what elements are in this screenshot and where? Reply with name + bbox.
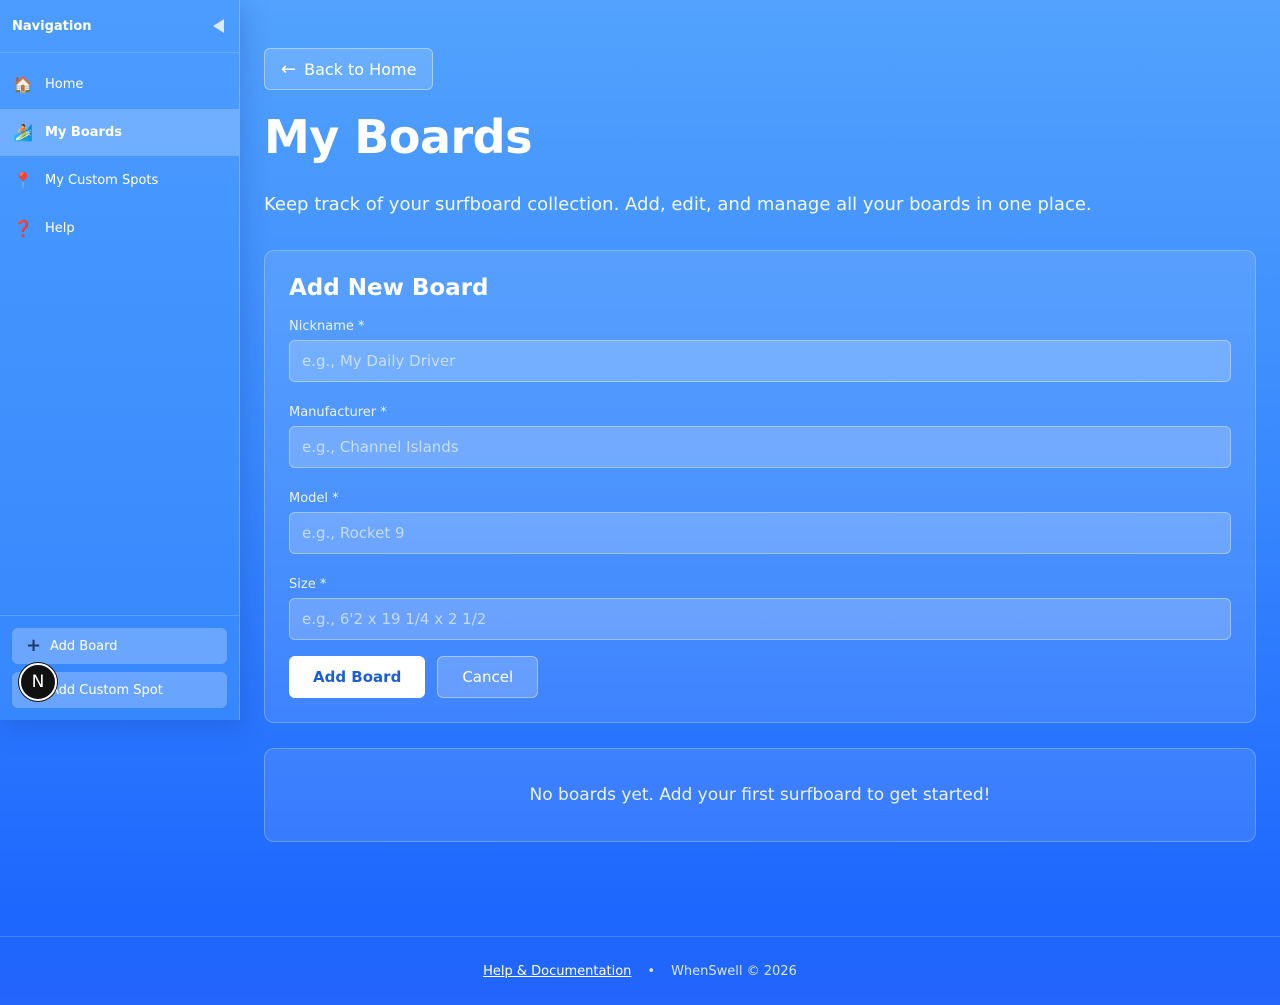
dev-tools-badge[interactable]: N (19, 663, 57, 701)
sidebar-item-my-boards[interactable]: 🏄 My Boards (0, 109, 239, 156)
empty-state-message: No boards yet. Add your first surfboard … (529, 785, 991, 805)
collapse-sidebar-button[interactable] (211, 18, 225, 34)
size-label: Size * (289, 577, 327, 592)
model-input[interactable] (289, 512, 1231, 554)
size-input[interactable] (289, 598, 1231, 640)
sidebar-title: Navigation (12, 18, 92, 34)
sidebar-add-board-button[interactable]: + Add Board (12, 628, 227, 664)
sidebar-add-custom-spot-label: Add Custom Spot (50, 682, 163, 698)
main-content: ← Back to Home My Boards Keep track of y… (264, 48, 1256, 842)
page-title: My Boards (264, 110, 532, 164)
back-to-home-button[interactable]: ← Back to Home (264, 48, 434, 90)
sidebar-item-my-custom-spots[interactable]: 📍 My Custom Spots (0, 157, 239, 204)
pin-icon: 📍 (13, 170, 33, 190)
form-actions: Add Board Cancel (289, 656, 1231, 698)
cancel-button[interactable]: Cancel (437, 656, 539, 698)
form-title: Add New Board (289, 275, 489, 301)
page-subtitle: Keep track of your surfboard collection.… (264, 194, 1092, 215)
nickname-input[interactable] (289, 340, 1231, 382)
add-board-button[interactable]: Add Board (289, 656, 426, 698)
manufacturer-input[interactable] (289, 426, 1231, 468)
sidebar-item-label: Help (45, 221, 75, 236)
sidebar-item-label: My Custom Spots (45, 173, 159, 188)
house-icon: 🏠 (13, 74, 33, 94)
add-board-form: Add New Board Nickname * Manufacturer * … (264, 250, 1256, 723)
sidebar-header: Navigation (0, 0, 239, 53)
sidebar-item-label: My Boards (45, 125, 123, 140)
boards-list-empty: No boards yet. Add your first surfboard … (264, 748, 1256, 842)
nickname-label: Nickname * (289, 319, 365, 334)
manufacturer-label: Manufacturer * (289, 405, 387, 420)
triangle-left-icon (212, 19, 224, 33)
footer: Help & Documentation • WhenSwell © 2026 (0, 936, 1280, 1005)
question-icon: ❓ (13, 218, 33, 238)
sidebar: Navigation 🏠 Home 🏄 My Boards 📍 My Custo… (0, 0, 240, 720)
sidebar-add-board-label: Add Board (50, 638, 118, 654)
sidebar-nav: 🏠 Home 🏄 My Boards 📍 My Custom Spots ❓ H… (0, 61, 239, 252)
arrow-left-icon: ← (281, 58, 297, 80)
model-label: Model * (289, 491, 339, 506)
back-to-home-label: Back to Home (304, 59, 417, 79)
plus-icon: + (26, 635, 42, 656)
sidebar-item-label: Home (45, 77, 84, 92)
sidebar-item-home[interactable]: 🏠 Home (0, 61, 239, 108)
footer-separator: • (647, 963, 656, 979)
surfer-icon: 🏄 (13, 122, 33, 142)
sidebar-item-help[interactable]: ❓ Help (0, 205, 239, 252)
footer-copyright: WhenSwell © 2026 (671, 963, 797, 979)
help-documentation-link[interactable]: Help & Documentation (483, 964, 631, 979)
